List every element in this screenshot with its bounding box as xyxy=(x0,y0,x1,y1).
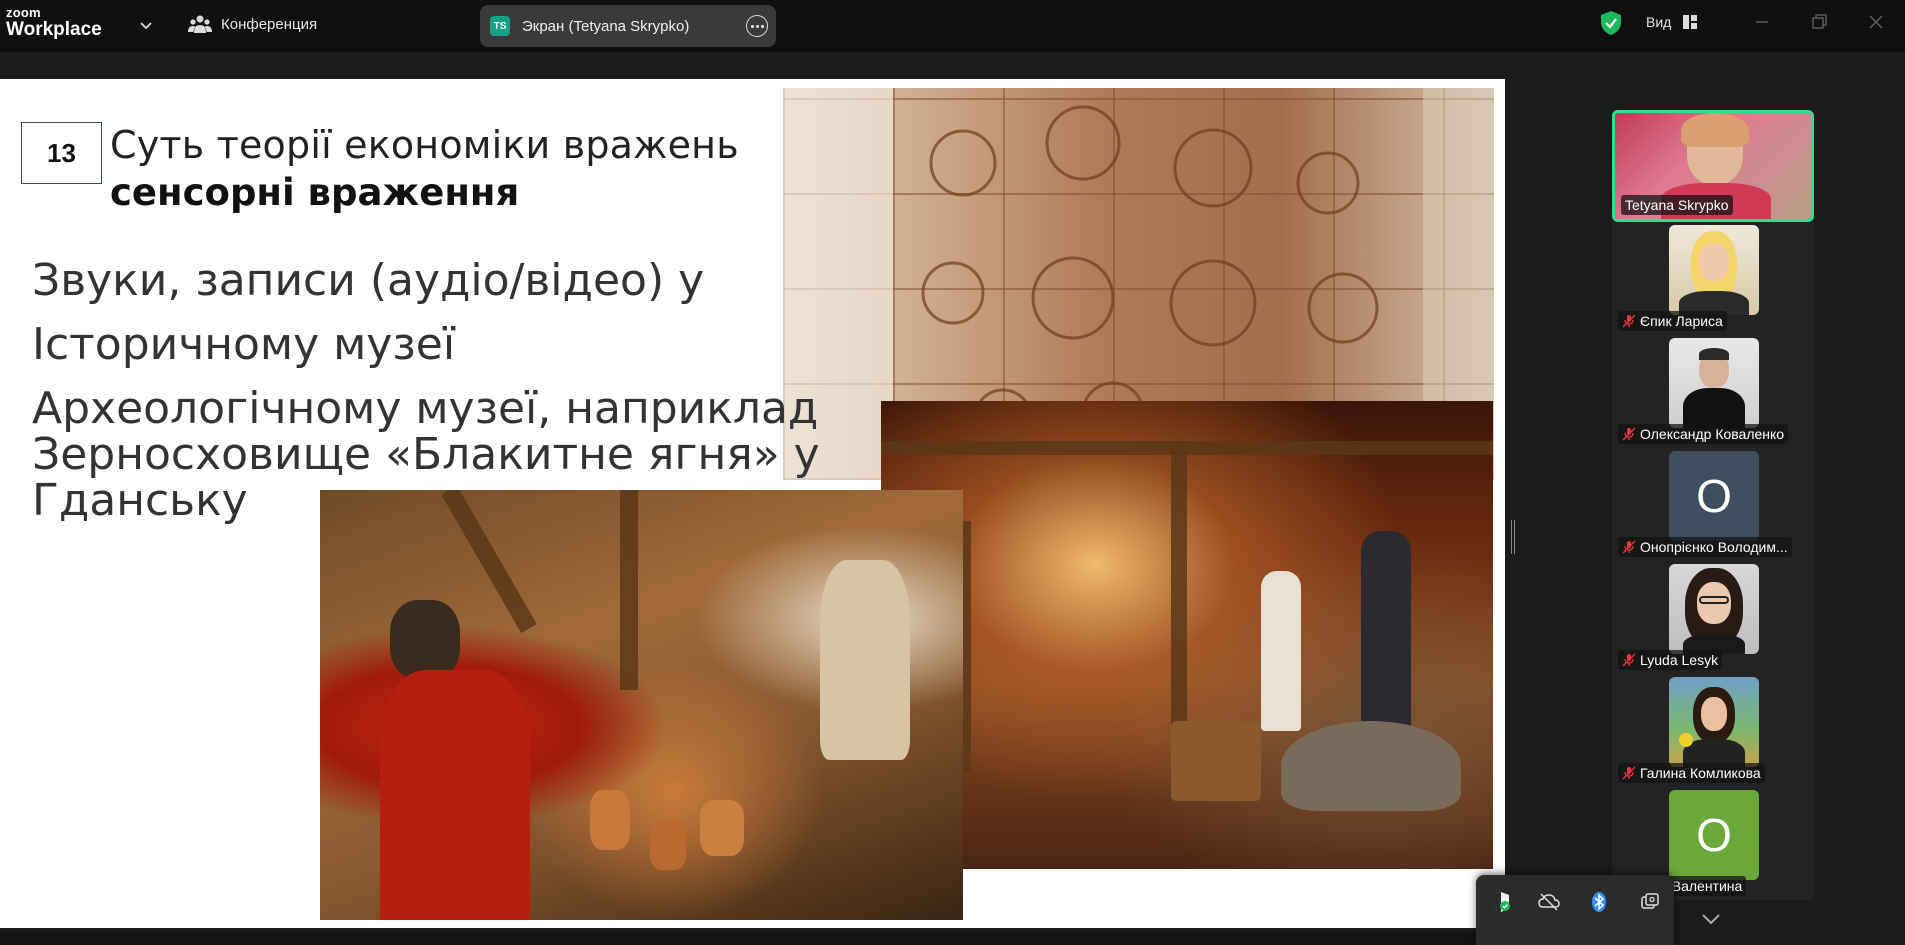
avatar xyxy=(1669,677,1759,767)
shared-screen-slide: 13 Суть теорії економіки вражень сенсорн… xyxy=(0,79,1505,928)
bottom-strip xyxy=(0,932,1476,945)
participant-name-tag: Lyuda Lesyk xyxy=(1618,650,1723,670)
cloud-offline-icon[interactable] xyxy=(1538,891,1560,913)
mic-muted-icon xyxy=(1622,766,1636,780)
avatar-initial: О xyxy=(1669,451,1759,541)
participant-name: Онопрієнко Володим... xyxy=(1640,539,1788,555)
bluetooth-icon[interactable] xyxy=(1588,891,1610,913)
meeting-button[interactable]: Конференция xyxy=(188,14,317,34)
close-icon[interactable] xyxy=(1866,12,1886,32)
security-tray-icon[interactable] xyxy=(1490,891,1512,913)
participant-name: Lyuda Lesyk xyxy=(1640,652,1719,668)
participant-name: Єпик Лариса xyxy=(1640,313,1723,329)
slide-text-line: Зерносховище «Блакитне ягня» у xyxy=(32,429,820,480)
share-label: Экран (Tetyana Skrypko) xyxy=(522,17,690,35)
mic-muted-icon xyxy=(1622,653,1636,667)
participant-tile[interactable]: Олександр Коваленко xyxy=(1612,336,1814,448)
mic-muted-icon xyxy=(1622,314,1636,328)
meeting-label: Конференция xyxy=(221,15,318,33)
device-icon[interactable] xyxy=(1638,891,1660,913)
slide-number: 13 xyxy=(21,122,102,184)
mic-muted-icon xyxy=(1622,540,1636,554)
logo-zoom-text: zoom xyxy=(6,5,41,20)
view-grid-icon[interactable] xyxy=(1683,15,1697,29)
participant-name-tag: Олександр Коваленко xyxy=(1618,424,1789,444)
participant-name-tag: Tetyana Skrypko xyxy=(1621,195,1733,215)
screen-share-indicator[interactable]: TS Экран (Tetyana Skrypko) xyxy=(480,5,776,47)
participant-name-tag: Єпик Лариса xyxy=(1618,311,1727,331)
participant-name-tag: Онопрієнко Володим... xyxy=(1618,537,1792,557)
slide-text-line: Звуки, записи (аудіо/відео) у xyxy=(32,255,705,306)
security-shield-icon[interactable] xyxy=(1599,10,1623,36)
logo-workplace-text: Workplace xyxy=(6,19,102,40)
museum-exhibit-photo xyxy=(881,401,1493,869)
view-label[interactable]: Вид xyxy=(1646,14,1671,30)
participant-name: Олександр Коваленко xyxy=(1640,426,1785,442)
slide-text-line: Гданську xyxy=(32,475,248,526)
panel-resize-handle[interactable] xyxy=(1511,520,1515,554)
avatar xyxy=(1669,338,1759,428)
more-options-icon[interactable] xyxy=(746,15,768,37)
restore-icon[interactable] xyxy=(1809,12,1829,32)
chevron-down-icon[interactable] xyxy=(138,17,154,33)
participant-tile[interactable]: Tetyana Skrypko xyxy=(1612,110,1814,222)
sharer-badge: TS xyxy=(490,16,510,36)
participant-tile[interactable]: О Онопрієнко Володим... xyxy=(1612,449,1814,561)
participant-tile[interactable]: Lyuda Lesyk xyxy=(1612,562,1814,674)
participant-tile[interactable]: Єпик Лариса xyxy=(1612,223,1814,335)
title-bar: zoom Workplace Конференция TS Экран (Tet… xyxy=(0,0,1905,52)
participant-name: Галина Комликова xyxy=(1640,765,1761,781)
slide-subtitle: сенсорні враження xyxy=(110,171,520,214)
participant-name-tag: Галина Комликова xyxy=(1618,763,1765,783)
participant-gallery: Tetyana Skrypko Єпик Лариса Олександр Ко… xyxy=(1612,110,1814,900)
slide-title: Суть теорії економіки вражень xyxy=(110,123,739,167)
system-tray-popup xyxy=(1476,875,1674,945)
mic-muted-icon xyxy=(1622,427,1636,441)
slide-text-line: Історичному музеї xyxy=(32,319,456,370)
minimize-icon[interactable] xyxy=(1752,12,1772,32)
participant-name: Tetyana Skrypko xyxy=(1625,197,1729,213)
avatar-initial: О xyxy=(1669,790,1759,880)
zoom-window: zoom Workplace Конференция TS Экран (Tet… xyxy=(0,0,1905,945)
zoom-workplace-logo[interactable]: zoom Workplace xyxy=(6,6,102,39)
medieval-market-photo xyxy=(320,490,963,920)
avatar xyxy=(1669,564,1759,654)
avatar xyxy=(1669,225,1759,315)
people-icon xyxy=(188,15,212,33)
scroll-down-chevron-icon[interactable] xyxy=(1700,912,1722,926)
participant-tile[interactable]: Галина Комликова xyxy=(1612,675,1814,787)
slide-text-line: Археологічному музеї, наприклад xyxy=(32,383,819,434)
